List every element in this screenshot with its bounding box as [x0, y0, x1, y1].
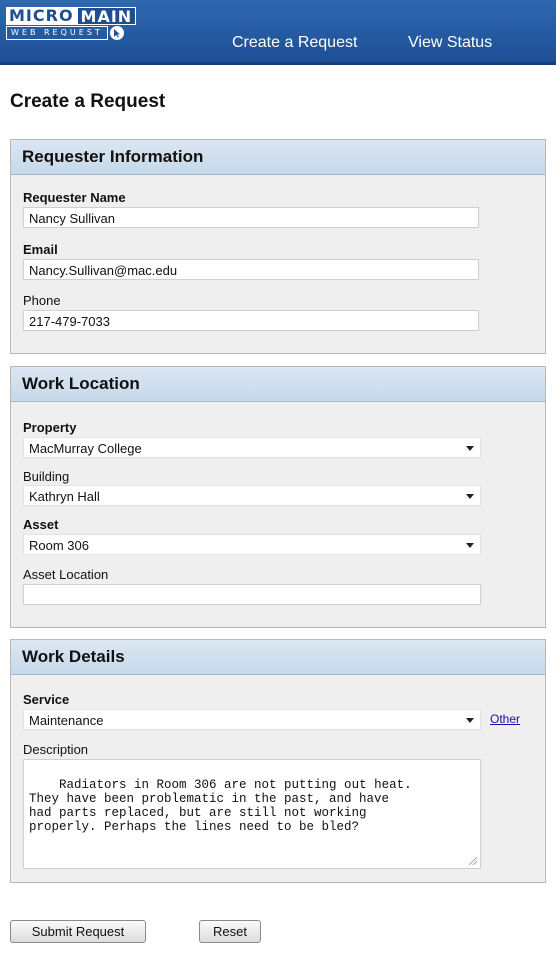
description-textarea[interactable]: Radiators in Room 306 are not putting ou…	[23, 759, 481, 869]
asset-label: Asset	[23, 517, 59, 532]
asset-value: Room 306	[29, 538, 89, 553]
page-title: Create a Request	[10, 91, 166, 112]
micromain-logo: MICRO MAIN WEB REQUEST	[6, 7, 196, 41]
reset-button[interactable]: Reset	[199, 920, 261, 943]
nav-view-status[interactable]: View Status	[408, 34, 492, 52]
chevron-down-icon	[466, 543, 474, 548]
cursor-icon	[109, 26, 124, 40]
service-select[interactable]: Maintenance	[23, 709, 481, 730]
work-details-panel: Work Details Service Maintenance Other D…	[10, 639, 546, 883]
property-value: MacMurray College	[29, 441, 142, 456]
logo-micro: MICRO	[6, 7, 77, 25]
nav-create-request[interactable]: Create a Request	[232, 34, 357, 52]
property-label: Property	[23, 420, 77, 435]
phone-label: Phone	[23, 293, 61, 308]
submit-request-button[interactable]: Submit Request	[10, 920, 146, 943]
building-select[interactable]: Kathryn Hall	[23, 485, 481, 506]
work-location-heading: Work Location	[11, 367, 545, 402]
requester-information-panel: Requester Information Requester Name Nan…	[10, 139, 546, 354]
requester-information-heading: Requester Information	[11, 140, 545, 175]
logo-main: MAIN	[76, 7, 137, 26]
other-service-link[interactable]: Other	[490, 712, 520, 726]
resize-grip-icon[interactable]	[469, 857, 477, 865]
description-text: Radiators in Room 306 are not putting ou…	[29, 778, 412, 834]
work-location-panel: Work Location Property MacMurray College…	[10, 366, 546, 628]
chevron-down-icon	[466, 718, 474, 723]
requester-name-label: Requester Name	[23, 190, 126, 205]
requester-name-input[interactable]: Nancy Sullivan	[23, 207, 479, 228]
app-header: MICRO MAIN WEB REQUEST Create a Request …	[0, 0, 556, 65]
asset-location-label: Asset Location	[23, 567, 109, 582]
building-label: Building	[23, 469, 70, 484]
service-value: Maintenance	[29, 713, 104, 728]
service-label: Service	[23, 692, 70, 707]
asset-select[interactable]: Room 306	[23, 534, 481, 555]
building-value: Kathryn Hall	[29, 489, 100, 504]
chevron-down-icon	[466, 446, 474, 451]
email-label: Email	[23, 242, 58, 257]
chevron-down-icon	[466, 494, 474, 499]
description-label: Description	[23, 742, 89, 757]
asset-location-input[interactable]	[23, 584, 481, 605]
work-details-heading: Work Details	[11, 640, 545, 675]
email-input[interactable]: Nancy.Sullivan@mac.edu	[23, 259, 479, 280]
logo-web-request: WEB REQUEST	[6, 26, 108, 40]
property-select[interactable]: MacMurray College	[23, 437, 481, 458]
phone-input[interactable]: 217-479-7033	[23, 310, 479, 331]
